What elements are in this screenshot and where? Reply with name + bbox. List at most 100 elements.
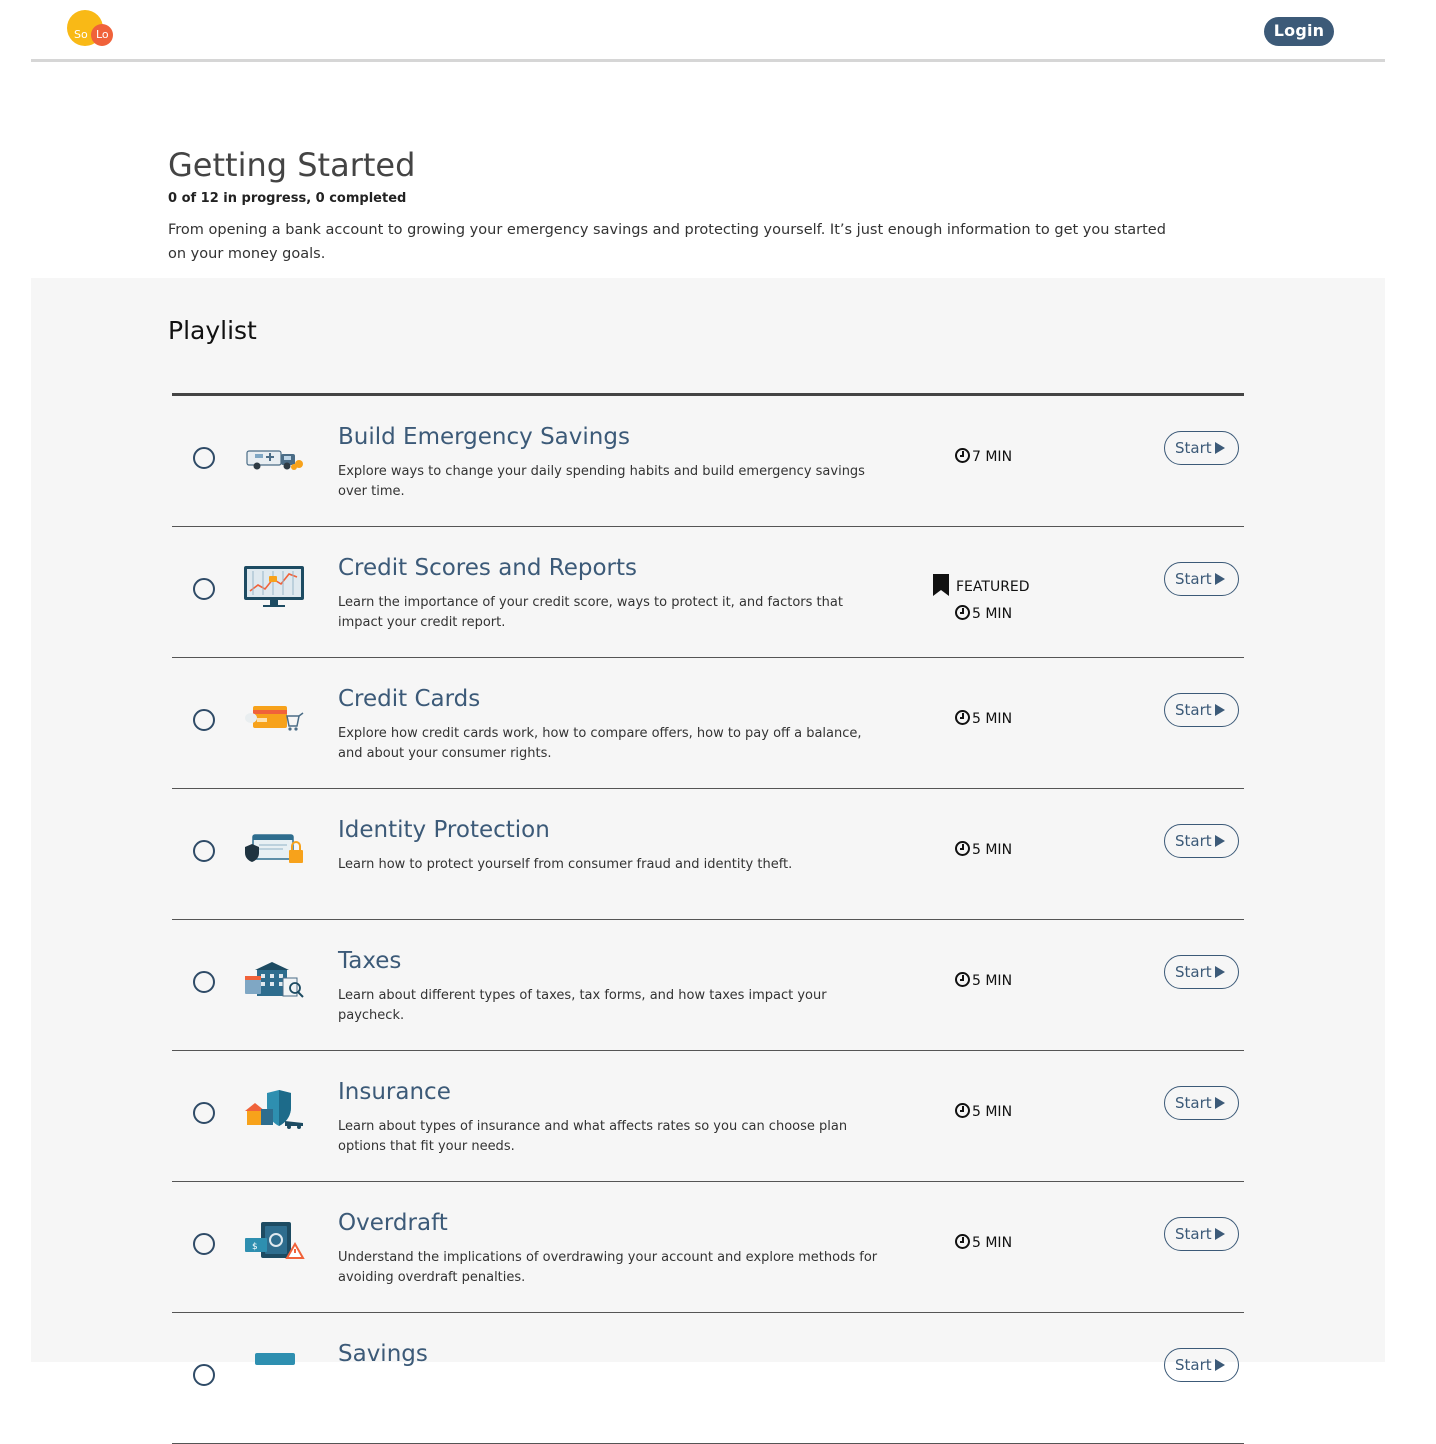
- start-label: Start: [1175, 701, 1212, 719]
- login-button[interactable]: Login: [1264, 17, 1334, 46]
- completion-radio[interactable]: [193, 1102, 215, 1124]
- id-card-shield-icon: [243, 827, 305, 869]
- start-label: Start: [1175, 570, 1212, 588]
- item-duration: 5 MIN: [955, 1234, 1012, 1251]
- completion-radio[interactable]: [193, 447, 215, 469]
- bookmark-icon: [932, 574, 950, 600]
- play-icon: [1215, 966, 1225, 978]
- duration-text: 5 MIN: [972, 711, 1013, 727]
- clock-icon: [955, 1234, 970, 1249]
- item-title[interactable]: Credit Cards: [338, 686, 480, 712]
- start-label: Start: [1175, 1225, 1212, 1243]
- item-duration: 5 MIN: [955, 605, 1012, 622]
- item-description: Learn how to protect yourself from consu…: [338, 857, 793, 872]
- play-icon: [1215, 704, 1225, 716]
- start-label: Start: [1175, 1356, 1212, 1374]
- duration-text: 5 MIN: [972, 973, 1013, 989]
- start-label: Start: [1175, 832, 1212, 850]
- progress-summary: 0 of 12 in progress, 0 completed: [168, 191, 407, 206]
- clock-icon: [955, 841, 970, 856]
- insurance-shield-icon: [243, 1089, 305, 1131]
- item-title[interactable]: Credit Scores and Reports: [338, 555, 637, 581]
- duration-text: 7 MIN: [972, 449, 1013, 465]
- item-title[interactable]: Taxes: [338, 948, 401, 974]
- site-header: So Lo Login: [31, 0, 1385, 62]
- playlist-item: Credit Cards Explore how credit cards wor…: [172, 658, 1244, 789]
- item-duration: 5 MIN: [955, 710, 1012, 727]
- completion-radio[interactable]: [193, 1364, 215, 1386]
- completion-radio[interactable]: [193, 840, 215, 862]
- start-label: Start: [1175, 963, 1212, 981]
- play-icon: [1215, 442, 1225, 454]
- clock-icon: [955, 448, 970, 463]
- start-button[interactable]: Start: [1164, 1348, 1239, 1382]
- play-icon: [1215, 573, 1225, 585]
- play-icon: [1215, 1228, 1225, 1240]
- item-title[interactable]: Overdraft: [338, 1210, 448, 1236]
- clock-icon: [955, 1103, 970, 1118]
- clock-icon: [955, 605, 970, 620]
- completion-radio[interactable]: [193, 709, 215, 731]
- item-description: Learn about types of insurance and what …: [338, 1119, 848, 1154]
- duration-text: 5 MIN: [972, 1104, 1013, 1120]
- playlist-item: Build Emergency Savings Explore ways to c…: [172, 396, 1244, 527]
- start-button[interactable]: Start: [1164, 562, 1239, 596]
- ambulance-icon: [243, 434, 305, 476]
- monitor-chart-icon: [243, 565, 305, 607]
- item-title[interactable]: Insurance: [338, 1079, 451, 1105]
- duration-text: 5 MIN: [972, 1235, 1013, 1251]
- start-button[interactable]: Start: [1164, 431, 1239, 465]
- item-duration: 5 MIN: [955, 972, 1012, 989]
- start-button[interactable]: Start: [1164, 955, 1239, 989]
- item-duration: 5 MIN: [955, 1103, 1012, 1120]
- page-title: Getting Started: [168, 146, 416, 184]
- item-description: Explore ways to change your daily spendi…: [338, 464, 865, 499]
- featured-badge: FEATURED: [932, 574, 1030, 600]
- start-button[interactable]: Start: [1164, 824, 1239, 858]
- completion-radio[interactable]: [193, 578, 215, 600]
- start-button[interactable]: Start: [1164, 693, 1239, 727]
- playlist-item: Savings Start: [172, 1313, 1244, 1444]
- item-title[interactable]: Identity Protection: [338, 817, 550, 843]
- clock-icon: [955, 710, 970, 725]
- playlist-item: Insurance Learn about types of insurance …: [172, 1051, 1244, 1182]
- start-button[interactable]: Start: [1164, 1217, 1239, 1251]
- item-description: Learn the importance of your credit scor…: [338, 595, 843, 630]
- playlist-item: Identity Protection Learn how to protect …: [172, 789, 1244, 920]
- solo-logo[interactable]: So Lo: [67, 10, 117, 50]
- overdraft-safe-icon: $: [243, 1220, 305, 1262]
- completion-radio[interactable]: [193, 1233, 215, 1255]
- item-title[interactable]: Savings: [338, 1341, 428, 1367]
- logo-text-right: Lo: [96, 28, 109, 41]
- item-description: Explore how credit cards work, how to co…: [338, 726, 862, 761]
- item-title[interactable]: Build Emergency Savings: [338, 424, 630, 450]
- credit-card-icon: [243, 696, 305, 738]
- item-duration: 5 MIN: [955, 841, 1012, 858]
- item-description: Understand the implications of overdrawi…: [338, 1250, 878, 1285]
- playlist-heading: Playlist: [168, 316, 257, 345]
- intro-section: Getting Started 0 of 12 in progress, 0 c…: [168, 145, 1178, 266]
- start-label: Start: [1175, 439, 1212, 457]
- featured-label: FEATURED: [956, 579, 1030, 595]
- start-button[interactable]: Start: [1164, 1086, 1239, 1120]
- playlist-item: Credit Scores and Reports Learn the impor…: [172, 527, 1244, 658]
- duration-text: 5 MIN: [972, 842, 1013, 858]
- playlist-description: From opening a bank account to growing y…: [168, 222, 1166, 262]
- play-icon: [1215, 835, 1225, 847]
- playlist-section: Playlist Build Emergency Savings Explore …: [31, 278, 1385, 1444]
- duration-text: 5 MIN: [972, 606, 1013, 622]
- item-duration: 7 MIN: [955, 448, 1012, 465]
- playlist-item: Taxes Learn about different types of taxe…: [172, 920, 1244, 1051]
- play-icon: [1215, 1097, 1225, 1109]
- svg-text:$: $: [252, 1242, 258, 1252]
- tax-building-icon: [243, 958, 305, 1000]
- item-description: Learn about different types of taxes, ta…: [338, 988, 827, 1023]
- start-label: Start: [1175, 1094, 1212, 1112]
- playlist-list: Build Emergency Savings Explore ways to c…: [172, 393, 1244, 1444]
- playlist-item: $ Overdraft Understand the implications of…: [172, 1182, 1244, 1313]
- clock-icon: [955, 972, 970, 987]
- savings-icon: [243, 1351, 305, 1393]
- play-icon: [1215, 1359, 1225, 1371]
- completion-radio[interactable]: [193, 971, 215, 993]
- logo-text-left: So: [74, 28, 88, 41]
